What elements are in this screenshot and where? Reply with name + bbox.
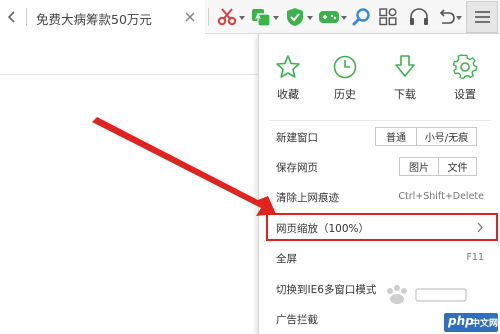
quick-action-label: 下载 — [394, 88, 416, 101]
search-bar[interactable]: 免费大病筹款50万元 — [0, 0, 205, 34]
save-page-options: 图片 文件 — [399, 157, 477, 176]
search-suggestion-text[interactable]: 免费大病筹款50万元 — [36, 9, 152, 28]
undo-icon[interactable] — [435, 7, 457, 27]
menu-item-label: 保存网页 — [276, 162, 318, 174]
clock-icon — [333, 55, 357, 79]
quick-actions: 收藏 历史 下载 设置 — [259, 34, 500, 120]
quick-action-favorites[interactable]: 收藏 — [268, 54, 308, 114]
save-as-file-button[interactable]: 文件 — [439, 157, 477, 176]
shortcut-label: F11 — [466, 252, 484, 263]
menu-item-label: 清除上网痕迹 — [276, 192, 339, 204]
download-icon — [395, 55, 415, 77]
quick-action-settings[interactable]: 设置 — [445, 54, 485, 114]
svg-text:A: A — [255, 12, 261, 21]
star-icon — [276, 55, 300, 78]
new-window-options: 普通 小号/无痕 — [375, 127, 477, 146]
new-window-normal-button[interactable]: 普通 — [375, 127, 417, 146]
menu-item-label: 新建窗口 — [276, 132, 318, 144]
gear-icon — [452, 54, 478, 80]
translate-icon[interactable]: A — [250, 7, 272, 27]
menu-icon — [475, 11, 490, 23]
menu-item-label: 切换到IE6多窗口模式 — [276, 284, 377, 296]
quick-action-label: 历史 — [334, 88, 356, 101]
php-watermark-text: 中文网 — [471, 319, 499, 329]
toolbar-divider — [208, 8, 209, 26]
main-menu-button[interactable] — [466, 1, 498, 33]
gamepad-icon[interactable] — [318, 7, 340, 27]
new-window-incognito-button[interactable]: 小号/无痕 — [417, 127, 477, 146]
chevron-down-icon[interactable] — [239, 16, 245, 20]
menu-item-fullscreen[interactable]: 全屏 F11 — [259, 243, 500, 273]
apps-grid-icon[interactable] — [377, 7, 399, 27]
chevron-down-icon[interactable] — [341, 16, 347, 20]
quick-action-history[interactable]: 历史 — [325, 54, 365, 114]
php-watermark: php 中文网 — [444, 313, 498, 332]
search-icon[interactable] — [351, 7, 373, 27]
chevron-down-icon[interactable] — [273, 16, 279, 20]
page-content-divider — [0, 74, 258, 75]
menu-item-save-page: 保存网页 图片 文件 — [259, 152, 500, 182]
quick-action-label: 设置 — [454, 88, 476, 101]
chevron-left-icon[interactable] — [4, 9, 20, 25]
shield-icon[interactable] — [284, 7, 306, 27]
headphones-icon[interactable] — [408, 7, 430, 27]
php-watermark-text: php — [448, 314, 474, 328]
chevron-down-icon[interactable] — [307, 16, 313, 20]
menu-divider — [269, 120, 491, 121]
menu-item-clear-history[interactable]: 清除上网痕迹 Ctrl+Shift+Delete — [259, 182, 500, 212]
browser-toolbar: 免费大病筹款50万元 A — [0, 0, 500, 34]
menu-item-label: 广告拦截 — [276, 314, 318, 326]
menu-item-label: 全屏 — [276, 253, 297, 265]
save-as-image-button[interactable]: 图片 — [399, 157, 439, 176]
quick-action-downloads[interactable]: 下载 — [385, 54, 425, 114]
scissors-icon[interactable] — [216, 7, 238, 27]
toolbar-divider — [26, 8, 27, 26]
quick-action-label: 收藏 — [277, 88, 299, 101]
close-icon[interactable] — [183, 10, 197, 24]
menu-item-new-window: 新建窗口 普通 小号/无痕 — [259, 122, 500, 152]
chevron-down-icon[interactable] — [456, 16, 462, 20]
shortcut-label: Ctrl+Shift+Delete — [398, 191, 484, 202]
annotation-highlight-box — [266, 213, 498, 241]
baidu-watermark — [387, 285, 467, 304]
